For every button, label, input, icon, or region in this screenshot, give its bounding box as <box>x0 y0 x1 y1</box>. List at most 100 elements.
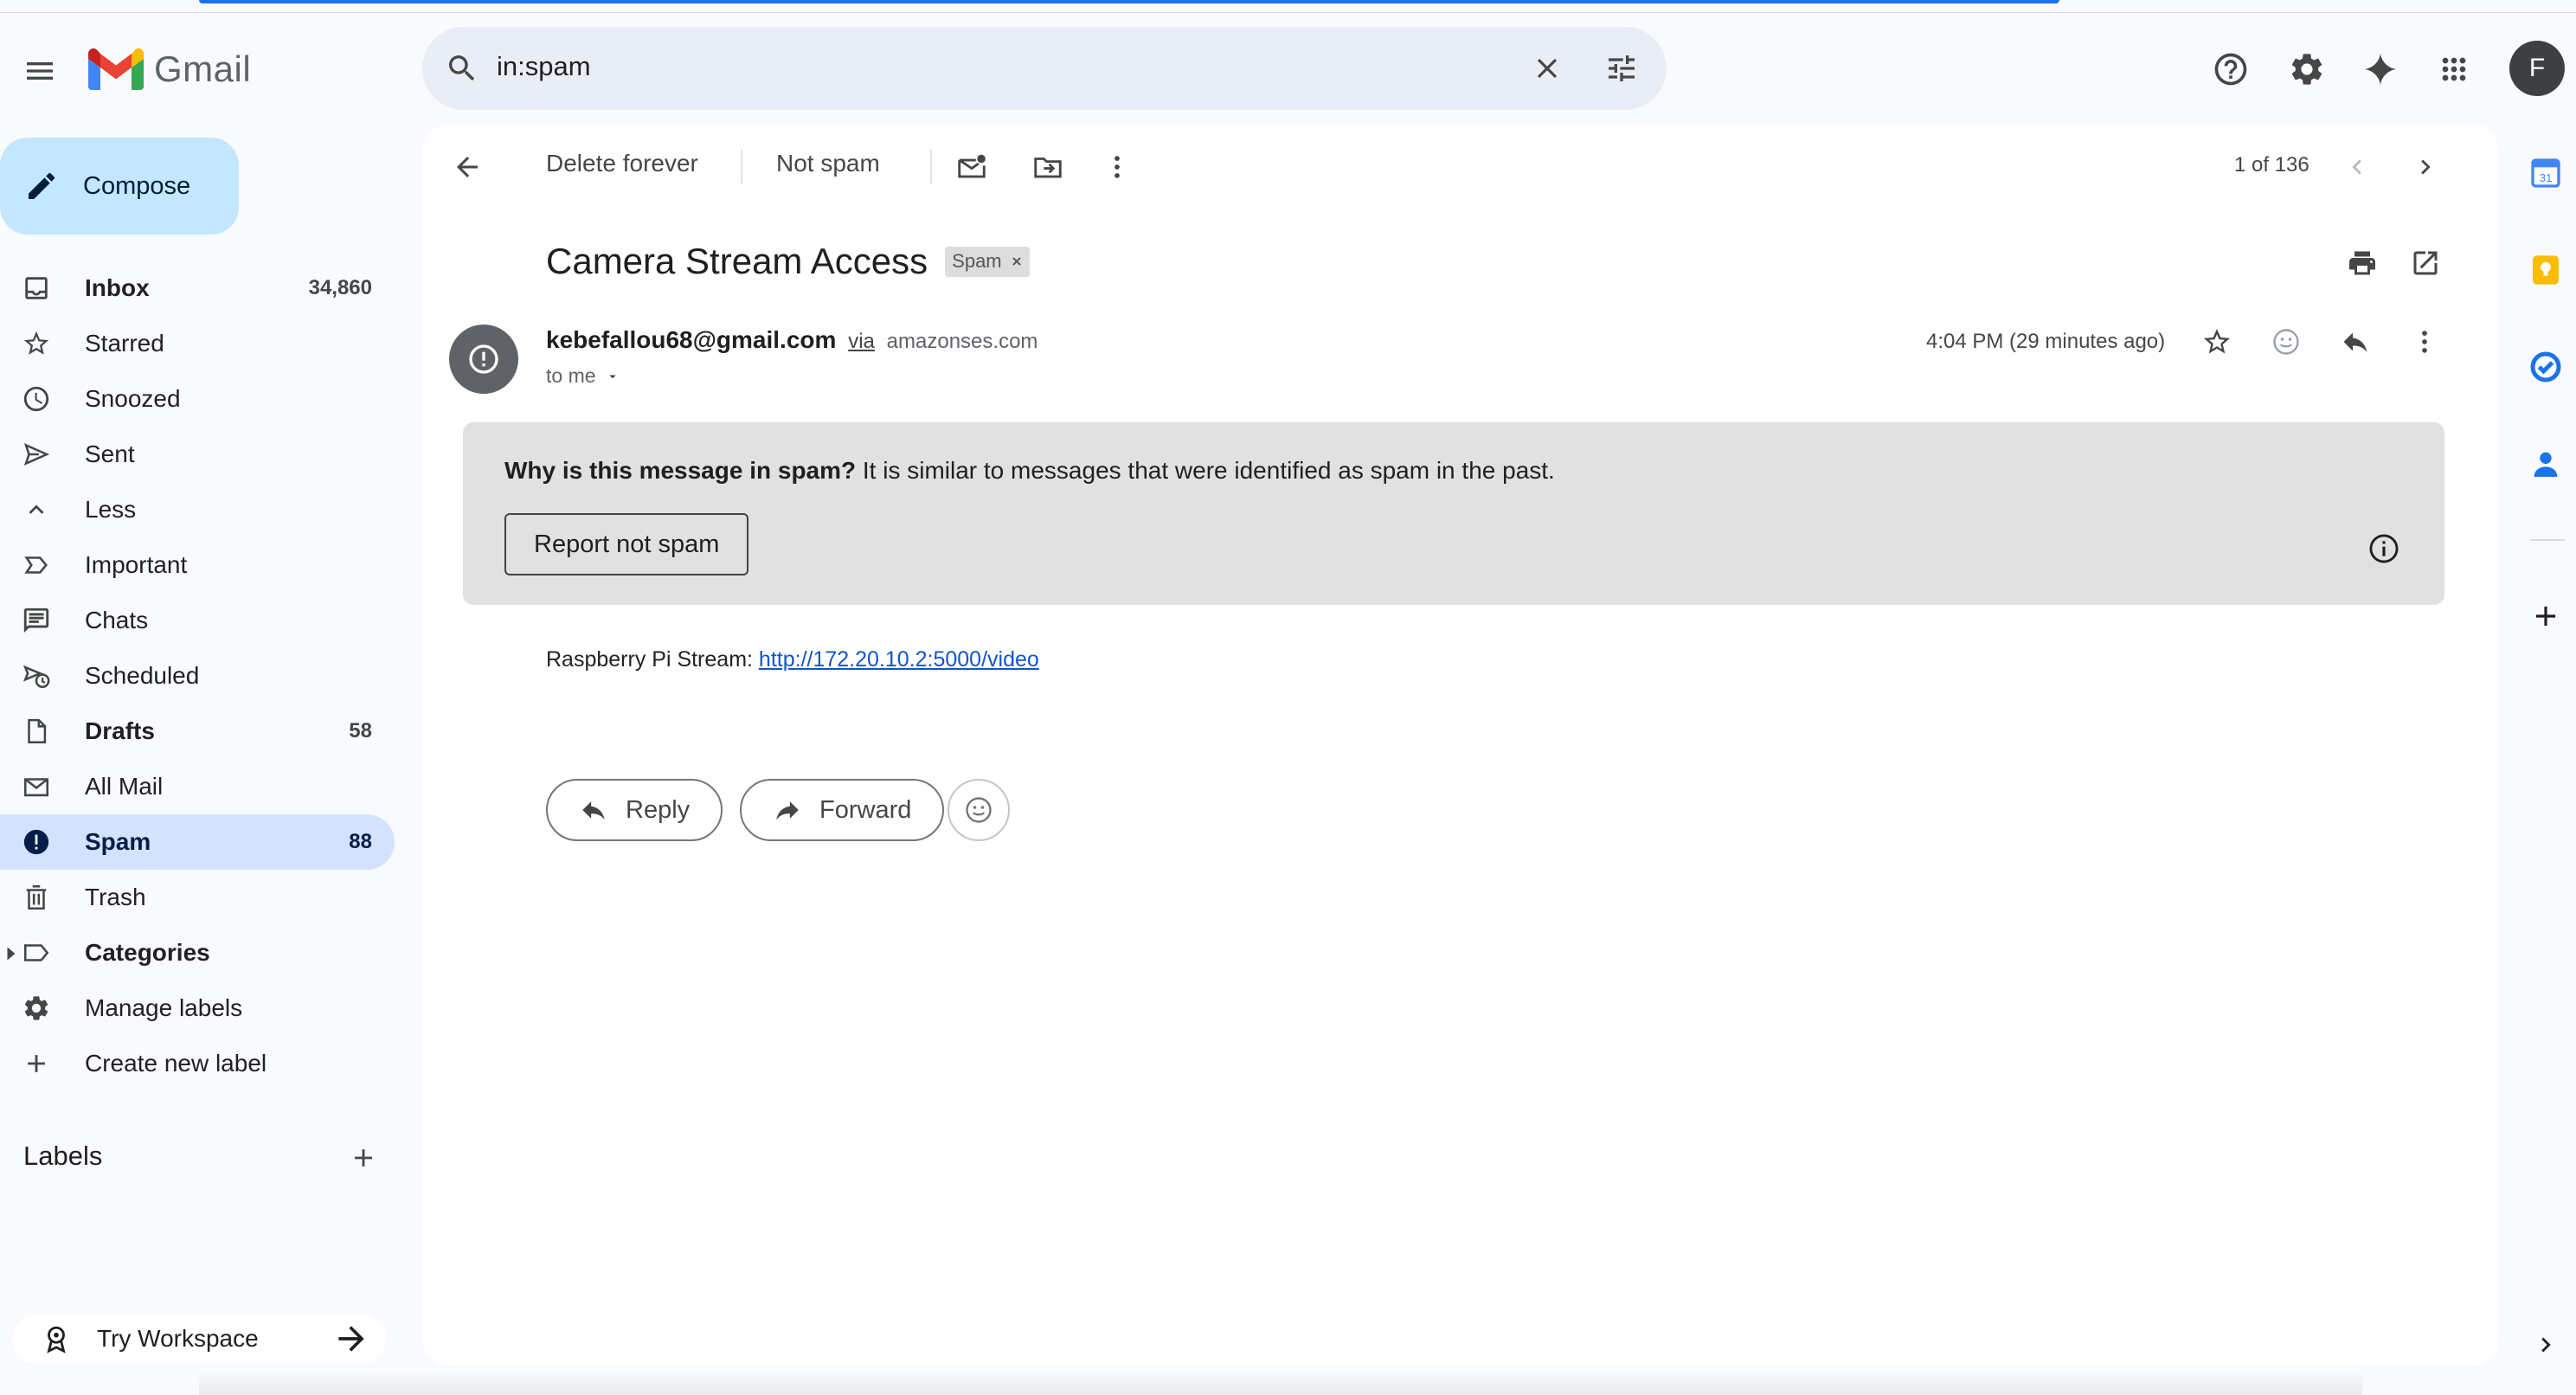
sender-avatar[interactable] <box>449 325 518 394</box>
toolbar-divider <box>930 150 932 184</box>
scheduled-send-icon <box>17 657 55 695</box>
emoji-reaction-icon[interactable] <box>2265 321 2307 363</box>
sidebar-item-categories[interactable]: Categories <box>0 925 395 980</box>
older-chevron-icon[interactable] <box>2405 146 2446 188</box>
compose-label: Compose <box>83 171 191 200</box>
main-menu-button[interactable] <box>17 48 62 93</box>
sidebar-item-label: Sent <box>85 440 135 467</box>
not-spam-button[interactable]: Not spam <box>776 150 880 177</box>
sidebar-item-drafts[interactable]: Drafts 58 <box>0 704 395 759</box>
sidebar-item-chats[interactable]: Chats <box>0 593 395 648</box>
sidebar-item-inbox[interactable]: Inbox 34,860 <box>0 260 395 316</box>
print-icon[interactable] <box>2342 242 2383 284</box>
gemini-sparkle-icon[interactable] <box>2358 47 2403 92</box>
sidebar-item-sent[interactable]: Sent <box>0 427 395 482</box>
remove-label-icon[interactable] <box>1011 255 1023 267</box>
contacts-icon[interactable] <box>2525 443 2566 485</box>
spam-icon <box>17 823 55 861</box>
message-panel: Delete forever Not spam 1 of 136 Camera … <box>422 124 2499 1366</box>
get-addons-plus-icon[interactable] <box>2525 595 2566 637</box>
newer-chevron-icon[interactable] <box>2336 146 2378 188</box>
reply-icon[interactable] <box>2335 321 2376 363</box>
star-icon[interactable] <box>2196 321 2238 363</box>
keep-icon[interactable] <box>2525 249 2566 291</box>
sidebar-item-less[interactable]: Less <box>0 482 395 537</box>
sidebar-item-label: Spam <box>85 828 151 855</box>
sidebar-item-important[interactable]: Important <box>0 537 395 593</box>
label-icon <box>17 934 55 972</box>
calendar-icon[interactable]: 31 <box>2525 152 2566 194</box>
message-more-icon[interactable] <box>2404 321 2445 363</box>
add-label-icon[interactable] <box>343 1137 384 1179</box>
compose-button[interactable]: Compose <box>0 138 239 235</box>
search-input[interactable]: in:spam <box>497 51 591 82</box>
sidebar-item-trash[interactable]: Trash <box>0 870 395 925</box>
bottom-edge <box>199 1372 2362 1395</box>
svg-text:31: 31 <box>2540 171 2553 184</box>
gmail-logo[interactable]: Gmail <box>88 45 251 93</box>
unread-count: 34,860 <box>308 276 372 299</box>
back-arrow-icon[interactable] <box>445 145 490 190</box>
sidebar-item-label: Starred <box>85 330 164 357</box>
reply-label: Reply <box>626 795 691 824</box>
more-options-icon[interactable] <box>1096 146 1138 188</box>
recipient-label: to me <box>546 364 596 387</box>
forward-button[interactable]: Forward <box>740 779 945 841</box>
expand-caret-icon[interactable] <box>5 946 17 961</box>
tasks-icon[interactable] <box>2525 346 2566 388</box>
move-to-icon[interactable] <box>1027 146 1069 188</box>
forward-arrow-icon <box>776 801 799 820</box>
add-reaction-button[interactable] <box>948 779 1010 841</box>
sidebar-item-starred[interactable]: Starred <box>0 316 395 371</box>
spam-warning-text: Why is this message in spam? It is simil… <box>504 457 1555 485</box>
sidebar-item-label: Snoozed <box>85 385 181 412</box>
delete-forever-button[interactable]: Delete forever <box>546 150 698 177</box>
settings-gear-icon[interactable] <box>2284 47 2329 92</box>
sidebar-item-label: All Mail <box>85 773 164 800</box>
search-icon[interactable] <box>441 48 483 89</box>
inbox-icon <box>17 269 55 307</box>
via-link[interactable]: via <box>848 330 875 353</box>
message-subject: Camera Stream Access <box>546 241 928 281</box>
sidebar-nav: Inbox 34,860 Starred Snoozed Sent Less I… <box>0 260 395 1091</box>
search-options-icon[interactable] <box>1601 48 1642 89</box>
sidebar-item-label: Important <box>85 551 188 578</box>
sender-email[interactable]: kebefallou68@gmail.com <box>546 326 836 353</box>
try-workspace-button[interactable]: Try Workspace <box>12 1314 386 1364</box>
sidebar-item-all-mail[interactable]: All Mail <box>0 759 395 814</box>
search-bar[interactable]: in:spam <box>422 27 1667 110</box>
stream-link[interactable]: http://172.20.10.2:5000/video <box>759 647 1039 672</box>
open-new-window-icon[interactable] <box>2405 242 2446 284</box>
browser-top-strip <box>0 0 2576 13</box>
help-icon[interactable] <box>2208 47 2253 92</box>
sidebar-item-label: Inbox <box>85 274 150 301</box>
rail-divider <box>2530 539 2565 541</box>
mark-unread-icon[interactable] <box>951 146 992 188</box>
recipient-details[interactable]: to me <box>546 364 620 388</box>
clock-icon <box>17 380 55 418</box>
info-icon[interactable] <box>2367 531 2401 566</box>
sidebar-item-spam[interactable]: Spam 88 <box>0 814 395 870</box>
sidebar-item-create-label[interactable]: Create new label <box>0 1036 395 1091</box>
clear-search-icon[interactable] <box>1526 48 1568 89</box>
via-domain: amazonses.com <box>886 330 1038 353</box>
sidebar-item-manage-labels[interactable]: Manage labels <box>0 980 395 1036</box>
sidebar-item-label: Create new label <box>85 1050 267 1077</box>
workspace-badge-icon <box>47 1326 66 1353</box>
chat-icon <box>17 601 55 640</box>
spam-label-text: Spam <box>952 249 1002 272</box>
sidebar-item-scheduled[interactable]: Scheduled <box>0 648 395 704</box>
report-not-spam-button[interactable]: Report not spam <box>504 513 749 575</box>
smiley-icon <box>966 797 992 823</box>
body-text: Raspberry Pi Stream: <box>546 647 759 672</box>
account-avatar[interactable]: F <box>2509 41 2565 96</box>
workspace-label: Try Workspace <box>97 1325 259 1352</box>
send-icon <box>17 435 55 473</box>
show-side-panel-chevron-icon[interactable] <box>2525 1324 2566 1366</box>
sidebar-item-label: Less <box>85 496 137 523</box>
pagination-count: 1 of 136 <box>2234 153 2309 177</box>
reply-button[interactable]: Reply <box>546 779 723 841</box>
sidebar-item-snoozed[interactable]: Snoozed <box>0 371 395 427</box>
apps-grid-icon[interactable] <box>2431 47 2476 92</box>
draft-icon <box>17 712 55 750</box>
